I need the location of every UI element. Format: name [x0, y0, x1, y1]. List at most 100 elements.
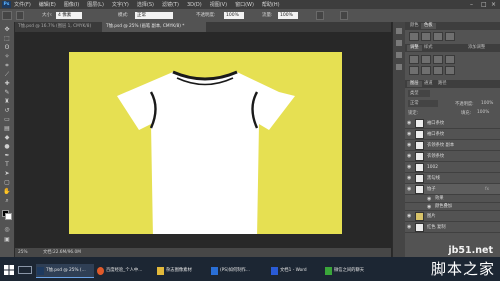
crop-tool-icon[interactable]: ⌗	[3, 62, 11, 69]
menu-help[interactable]: 帮助(H)	[262, 1, 280, 8]
tab-swatches[interactable]: 色板	[421, 23, 436, 29]
hand-tool-icon[interactable]: ✋	[3, 188, 11, 195]
type-tool-icon[interactable]: T	[3, 161, 11, 168]
quick-select-tool-icon[interactable]: ✧	[3, 53, 11, 60]
visibility-eye-icon[interactable]: ◉	[427, 205, 432, 210]
layer-group-row[interactable]: ◉ 图片	[405, 211, 500, 222]
menu-filter[interactable]: 滤镜(T)	[162, 1, 179, 8]
taskbar-item-wechat[interactable]: 微信之间的聊天	[324, 264, 382, 278]
windows-start-icon[interactable]	[4, 265, 14, 275]
flow-field[interactable]: 100%	[278, 12, 298, 19]
airbrush-icon[interactable]	[316, 11, 324, 20]
brush-panel-icon[interactable]	[396, 64, 402, 70]
visibility-eye-icon[interactable]: ◉	[407, 132, 412, 137]
layer-effect-row[interactable]: ◉ 效果	[405, 195, 500, 203]
visibility-eye-icon[interactable]: ◉	[427, 197, 432, 202]
visibility-eye-icon[interactable]: ◉	[407, 165, 412, 170]
color-balance-adjustment-icon[interactable]	[433, 66, 443, 75]
healing-tool-icon[interactable]: ✚	[3, 80, 11, 87]
gradient-tool-icon[interactable]: ▤	[3, 125, 11, 132]
lasso-tool-icon[interactable]: ʘ	[3, 44, 11, 51]
taskbar-item-photoshop[interactable]: T恤.psd @ 25% (...	[36, 264, 94, 278]
levels-adjustment-icon[interactable]	[421, 55, 431, 64]
document-size[interactable]: 文档:22.6M/96.0M	[43, 250, 81, 255]
history-panel-icon[interactable]	[396, 28, 402, 34]
black-white-adjustment-icon[interactable]	[445, 66, 455, 75]
taskbar-item-folder[interactable]: 杂志图像素材	[156, 264, 208, 278]
menu-file[interactable]: 文件(F)	[14, 1, 31, 8]
zoom-tool-icon[interactable]: ⌕	[3, 197, 11, 204]
layer-filter-select[interactable]: 类型	[408, 90, 430, 97]
layer-opacity-value[interactable]: 100%	[481, 101, 493, 106]
mode-select[interactable]: 正常	[135, 12, 173, 19]
hue-adjustment-icon[interactable]	[421, 66, 431, 75]
quick-mask-icon[interactable]: ◎	[3, 226, 11, 233]
visibility-eye-icon[interactable]: ◉	[407, 176, 412, 181]
task-view-icon[interactable]	[18, 266, 32, 274]
brightness-adjustment-icon[interactable]	[409, 55, 419, 64]
marquee-tool-icon[interactable]: ⬚	[3, 35, 11, 42]
actions-panel-icon[interactable]	[396, 40, 402, 46]
layer-row[interactable]: ◉ 衣领条纹	[405, 151, 500, 162]
close-icon[interactable]: ×	[491, 1, 496, 8]
layer-row[interactable]: ◉ 恤子 fx	[405, 184, 500, 195]
layer-row[interactable]: ◉ 红色 复制	[405, 222, 500, 233]
properties-panel-icon[interactable]	[396, 52, 402, 58]
tab-document-2[interactable]: T恤.psd @ 25% (画笔 副本, CMYK/8) *	[102, 22, 206, 32]
visibility-eye-icon[interactable]: ◉	[407, 154, 412, 159]
canvas-area[interactable]	[15, 32, 391, 248]
layer-row[interactable]: ◉ 衣领条纹 副本	[405, 140, 500, 151]
menu-view[interactable]: 视图(V)	[210, 1, 227, 8]
swatch[interactable]	[409, 32, 419, 41]
maximize-icon[interactable]: □	[481, 1, 487, 8]
visibility-eye-icon[interactable]: ◉	[407, 187, 412, 192]
menu-layer[interactable]: 图层(L)	[87, 1, 104, 8]
menu-3d[interactable]: 3D(D)	[187, 2, 202, 8]
visibility-eye-icon[interactable]: ◉	[407, 225, 412, 230]
path-select-tool-icon[interactable]: ➤	[3, 170, 11, 177]
layer-fx-icon[interactable]: fx	[485, 184, 489, 195]
size-field[interactable]: 4 像素	[56, 12, 82, 19]
fill-value[interactable]: 100%	[477, 110, 489, 115]
taskbar-item-word[interactable]: 文档1 - Word	[270, 264, 322, 278]
shape-tool-icon[interactable]: ▢	[3, 179, 11, 186]
tab-paths[interactable]: 路径	[435, 81, 450, 87]
pen-tool-icon[interactable]: ✒	[3, 152, 11, 159]
menu-image[interactable]: 图像(I)	[64, 1, 79, 8]
move-tool-icon[interactable]: ✥	[3, 26, 11, 33]
background-color-swatch[interactable]	[5, 213, 12, 220]
artboard[interactable]	[69, 52, 342, 238]
stamp-tool-icon[interactable]: ♜	[3, 98, 11, 105]
menu-edit[interactable]: 编辑(E)	[39, 1, 56, 8]
minimize-icon[interactable]: –	[470, 1, 473, 8]
pressure-icon[interactable]	[340, 11, 348, 20]
taskbar-item-word-doc[interactable]: (PS)如何制作...	[210, 264, 268, 278]
layer-row[interactable]: ◉ 袖口条纹	[405, 118, 500, 129]
eyedropper-tool-icon[interactable]: ⟋	[3, 71, 11, 78]
swatch[interactable]	[433, 32, 443, 41]
opacity-field[interactable]: 100%	[224, 12, 244, 19]
zoom-level[interactable]: 25%	[18, 250, 28, 255]
tab-color[interactable]: 颜色	[407, 23, 422, 29]
tab-layers[interactable]: 图层	[407, 81, 422, 87]
eraser-tool-icon[interactable]: ▭	[3, 116, 11, 123]
dodge-tool-icon[interactable]: ●	[3, 143, 11, 150]
tool-options-icon[interactable]	[16, 11, 24, 20]
visibility-eye-icon[interactable]: ◉	[407, 143, 412, 148]
blur-tool-icon[interactable]: ◆	[3, 134, 11, 141]
layer-row[interactable]: ◉ 袖口条纹	[405, 129, 500, 140]
menu-select[interactable]: 选择(S)	[137, 1, 154, 8]
tab-styles[interactable]: 样式	[421, 45, 436, 51]
menu-type[interactable]: 文字(Y)	[112, 1, 129, 8]
vibrance-adjustment-icon[interactable]	[409, 66, 419, 75]
exposure-adjustment-icon[interactable]	[445, 55, 455, 64]
blend-mode-select[interactable]: 正常	[408, 100, 438, 107]
swatch[interactable]	[421, 32, 431, 41]
screen-mode-icon[interactable]: ▣	[3, 236, 11, 243]
history-brush-icon[interactable]: ↺	[3, 107, 11, 114]
brush-tool-icon[interactable]: ✎	[3, 89, 11, 96]
swatch[interactable]	[445, 32, 455, 41]
tab-channels[interactable]: 通道	[421, 81, 436, 87]
tab-adjustments[interactable]: 调整	[407, 45, 422, 51]
menu-window[interactable]: 窗口(W)	[235, 1, 254, 8]
